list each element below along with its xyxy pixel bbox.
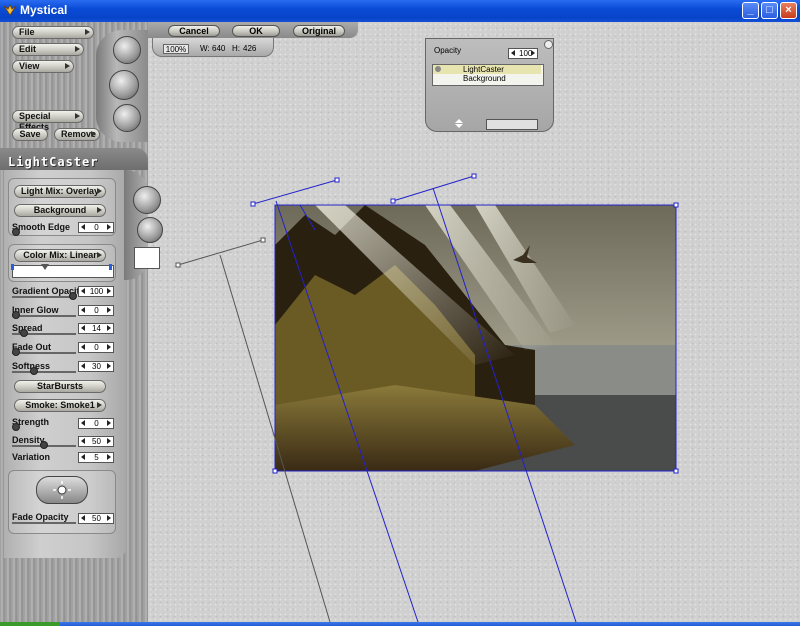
handle[interactable] xyxy=(260,237,266,243)
start-button[interactable] xyxy=(0,622,60,626)
handle[interactable] xyxy=(471,173,477,179)
handle[interactable] xyxy=(673,202,679,208)
handle[interactable] xyxy=(250,201,256,207)
guide-lines-overlay xyxy=(175,173,679,623)
handle[interactable] xyxy=(390,198,396,204)
taskbar xyxy=(0,622,800,626)
handle[interactable] xyxy=(175,262,181,268)
handle[interactable] xyxy=(673,468,679,474)
handle[interactable] xyxy=(334,177,340,183)
handle[interactable] xyxy=(272,468,278,474)
